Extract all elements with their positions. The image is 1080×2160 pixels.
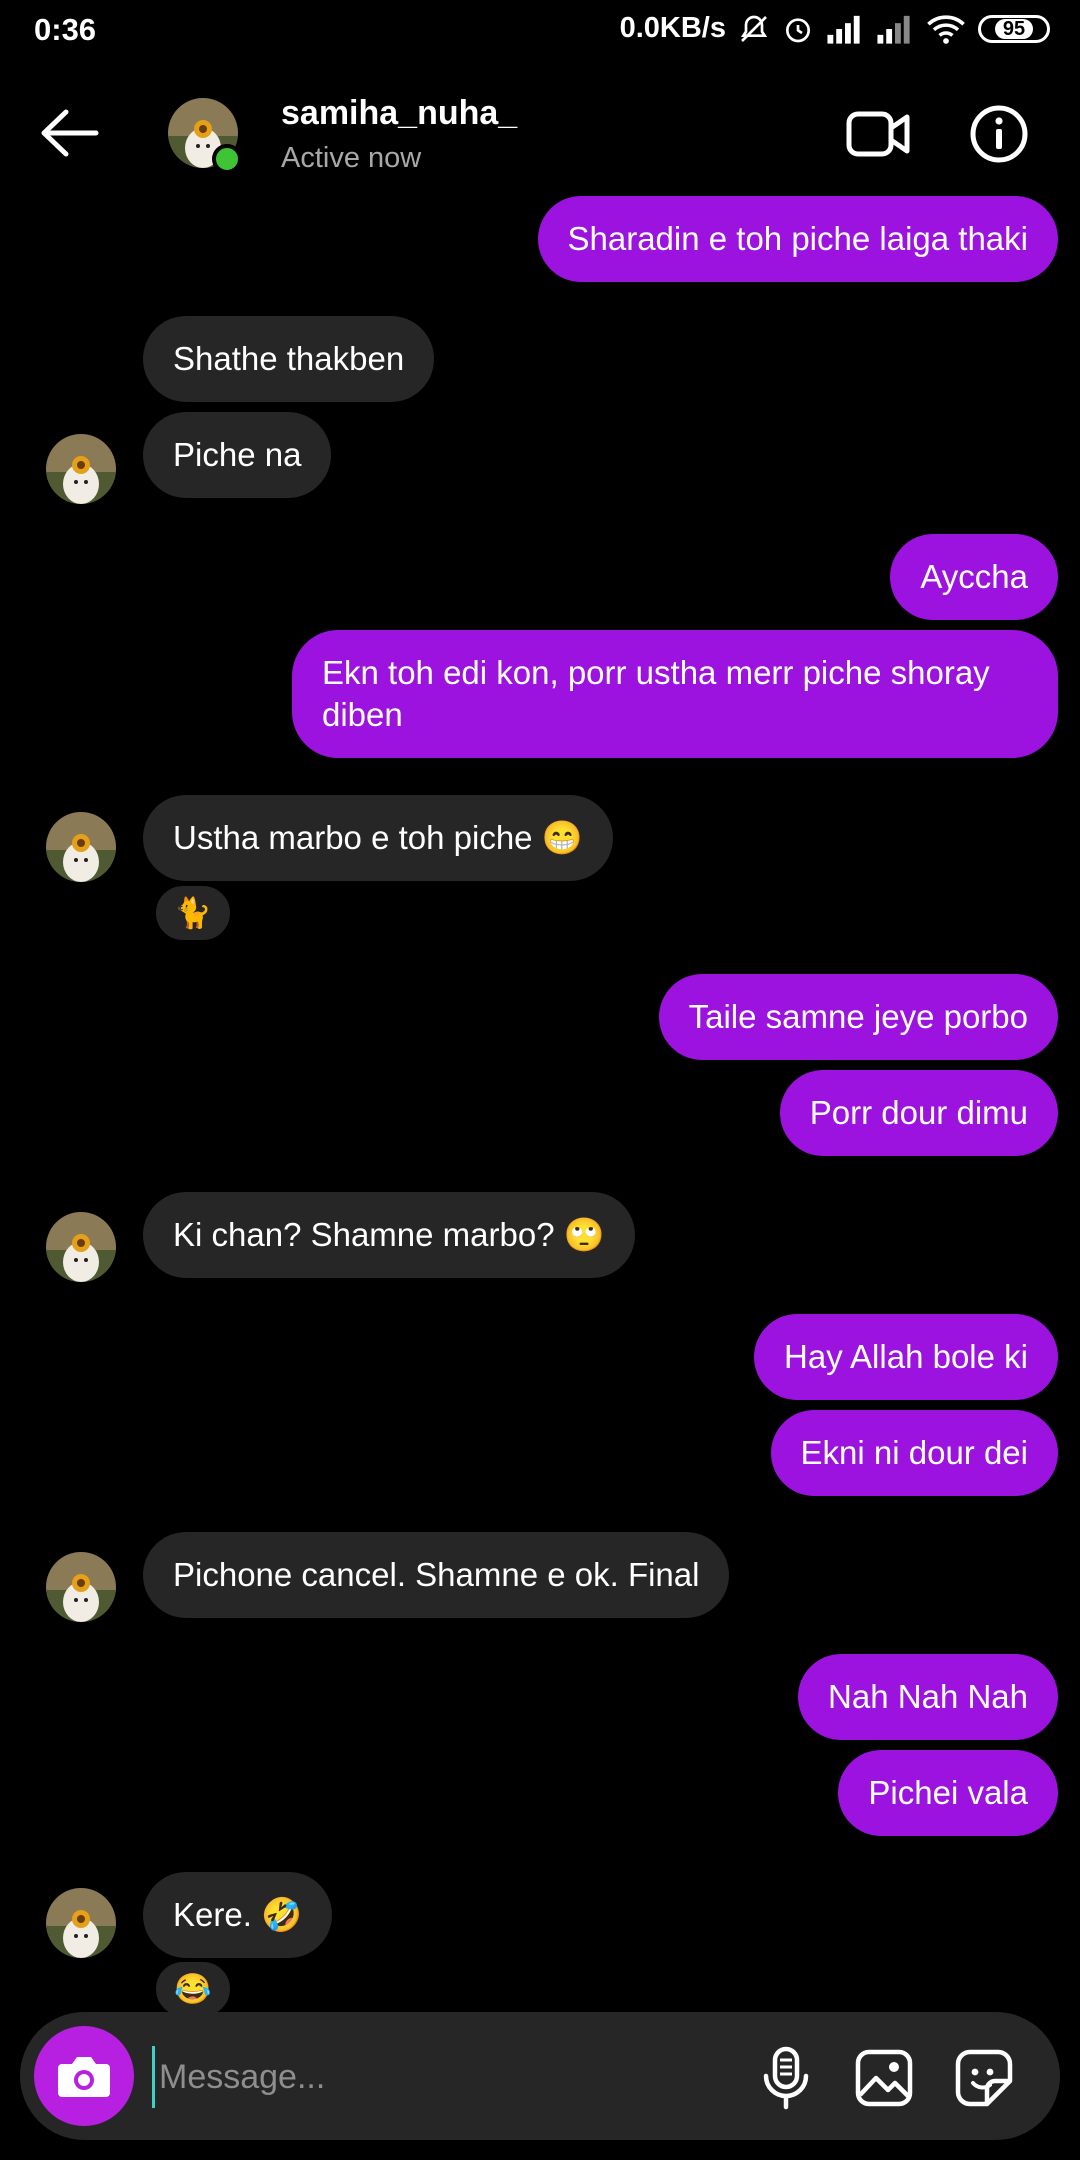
signal-icon — [827, 15, 860, 44]
message-bubble-outgoing[interactable]: Nah Nah Nah — [798, 1654, 1058, 1740]
contact-name[interactable]: samiha_nuha_ — [281, 94, 517, 133]
message-composer — [20, 2012, 1060, 2140]
net-speed: 0.0KB/s — [619, 12, 726, 44]
message-bubble-incoming[interactable]: Ki chan? Shamne marbo? 🙄 — [143, 1192, 635, 1278]
chat-header: samiha_nuha_ Active now — [0, 62, 1080, 212]
contact-status: Active now — [281, 142, 422, 174]
avatar[interactable] — [46, 1888, 116, 1958]
microphone-icon[interactable] — [756, 2046, 816, 2110]
message-bubble-incoming[interactable]: Shathe thakben — [143, 316, 435, 402]
camera-icon — [58, 2057, 110, 2097]
message-input[interactable] — [152, 2046, 721, 2108]
message-thread: Sharadin e toh piche laiga thaki Shathe … — [0, 0, 1080, 2160]
message-bubble-outgoing[interactable]: Ekni ni dour dei — [770, 1410, 1058, 1496]
message-bubble-incoming[interactable]: Ustha marbo e toh piche 😁 — [143, 795, 613, 881]
battery-level: 95 — [994, 18, 1034, 39]
sticker-icon[interactable] — [954, 2048, 1014, 2108]
message-bubble-outgoing[interactable]: Sharadin e toh piche laiga thaki — [537, 196, 1058, 282]
video-call-icon[interactable] — [846, 108, 910, 160]
avatar[interactable] — [46, 1552, 116, 1622]
message-bubble-outgoing[interactable]: Porr dour dimu — [779, 1070, 1058, 1156]
reaction-badge[interactable]: 🐈 — [152, 882, 234, 944]
message-bubble-outgoing[interactable]: Ayccha — [890, 534, 1058, 620]
status-time: 0:36 — [34, 12, 97, 47]
info-icon[interactable] — [969, 104, 1029, 164]
alarm-icon — [786, 17, 810, 42]
camera-button[interactable] — [34, 2026, 134, 2126]
message-bubble-incoming[interactable]: Piche na — [143, 412, 332, 498]
message-bubble-incoming[interactable]: Pichone cancel. Shamne e ok. Final — [143, 1532, 730, 1618]
gallery-icon[interactable] — [854, 2048, 914, 2108]
mute-icon — [740, 15, 768, 42]
message-bubble-outgoing[interactable]: Taile samne jeye porbo — [658, 974, 1058, 1060]
battery-icon: 95 — [978, 14, 1050, 43]
reaction-badge[interactable]: 😂 — [152, 1958, 234, 2020]
message-bubble-outgoing[interactable]: Pichei vala — [838, 1750, 1058, 1836]
avatar[interactable] — [46, 1212, 116, 1282]
status-bar: 0:36 0.0KB/s 95 — [0, 0, 1080, 62]
avatar[interactable] — [46, 812, 116, 882]
avatar[interactable] — [46, 434, 116, 504]
wifi-icon — [927, 14, 965, 44]
back-arrow-icon[interactable] — [38, 108, 100, 158]
signal-icon — [877, 15, 910, 44]
online-indicator — [212, 144, 242, 174]
message-bubble-outgoing[interactable]: Hay Allah bole ki — [754, 1314, 1058, 1400]
message-bubble-incoming[interactable]: Kere. 🤣 — [143, 1872, 333, 1958]
message-bubble-outgoing[interactable]: Ekn toh edi kon, porr ustha merr piche s… — [292, 630, 1058, 758]
status-icons: 0.0KB/s 95 — [620, 12, 1050, 45]
